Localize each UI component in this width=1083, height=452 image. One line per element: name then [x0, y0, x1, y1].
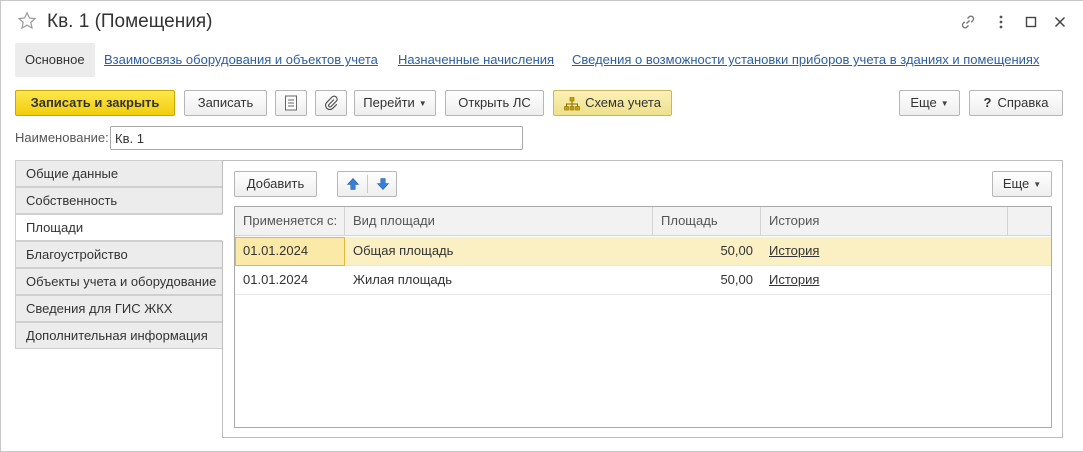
chevron-down-icon: ▼ [1033, 179, 1042, 189]
close-icon[interactable] [1051, 13, 1069, 31]
paperclip-icon [324, 95, 338, 111]
cell-area-kind[interactable]: Общая площадь [345, 237, 653, 266]
column-header-area-kind[interactable]: Вид площади [345, 207, 653, 236]
nav-assigned-charges[interactable]: Назначенные начисления [398, 43, 554, 77]
tab-general[interactable]: Общие данные [15, 160, 223, 187]
save-button[interactable]: Записать [184, 90, 267, 116]
attach-file-button[interactable] [315, 90, 347, 116]
save-and-close-button[interactable]: Записать и закрыть [15, 90, 175, 116]
hierarchy-icon [564, 96, 580, 110]
help-button[interactable]: ? Справка [969, 90, 1063, 116]
help-question-icon: ? [983, 95, 992, 110]
link-icon[interactable] [959, 13, 977, 31]
cell-history-link[interactable]: История [761, 266, 1008, 295]
add-button[interactable]: Добавить [234, 171, 317, 197]
cell-valid-from[interactable]: 01.01.2024 [235, 266, 345, 295]
tab-amenities[interactable]: Благоустройство [15, 241, 223, 268]
open-account-button[interactable]: Открыть ЛС [445, 90, 544, 116]
tab-metering-objects[interactable]: Объекты учета и оборудование [15, 268, 223, 295]
more-label: Еще [910, 95, 937, 110]
column-header-history[interactable]: История [761, 207, 1008, 236]
table-row[interactable]: 01.01.2024 Общая площадь 50,00 История [235, 237, 1051, 266]
nav-equipment-relations[interactable]: Взаимосвязь оборудования и объектов учет… [104, 43, 378, 77]
arrow-up-icon [346, 178, 359, 190]
cell-area-kind[interactable]: Жилая площадь [345, 266, 653, 295]
cell-history-link[interactable]: История [761, 237, 1008, 266]
column-header-valid-from[interactable]: Применяется с: [235, 207, 345, 236]
arrow-down-icon [376, 178, 389, 190]
table-more-label: Еще [1002, 176, 1030, 191]
form-window: Кв. 1 (Помещения) Основное Взаимосвязь о… [0, 0, 1083, 452]
scheme-button[interactable]: Схема учета [553, 90, 672, 116]
nav-meter-installation-info[interactable]: Сведения о возможности установки приборо… [572, 43, 1039, 77]
areas-panel: Добавить Еще ▼ Применяется с: Вид площади… [222, 160, 1063, 438]
tab-gis-info[interactable]: Сведения для ГИС ЖКХ [15, 295, 223, 322]
chevron-down-icon: ▼ [940, 98, 949, 108]
more-actions-button[interactable]: Еще ▼ [899, 90, 960, 116]
maximize-icon[interactable] [1022, 13, 1040, 31]
scheme-label: Схема учета [585, 95, 661, 110]
help-label: Справка [997, 95, 1049, 110]
name-label: Наименование: [15, 130, 109, 145]
table-row[interactable]: 01.01.2024 Жилая площадь 50,00 История [235, 266, 1051, 295]
table-more-button[interactable]: Еще ▼ [992, 171, 1052, 197]
move-buttons-group [337, 171, 397, 197]
name-input[interactable] [110, 126, 523, 150]
tab-areas[interactable]: Площади [15, 214, 223, 241]
tab-ownership[interactable]: Собственность [15, 187, 223, 214]
move-down-button[interactable] [368, 172, 397, 196]
nav-main[interactable]: Основное [15, 43, 95, 77]
cell-valid-from[interactable]: 01.01.2024 [235, 237, 345, 266]
more-vertical-icon[interactable] [992, 13, 1010, 31]
chevron-down-icon: ▼ [418, 98, 427, 108]
goto-dropdown-button[interactable]: Перейти ▼ [354, 90, 436, 116]
goto-label: Перейти [363, 95, 415, 110]
cell-area[interactable]: 50,00 [653, 237, 761, 266]
move-up-button[interactable] [338, 172, 367, 196]
table-header: Применяется с: Вид площади Площадь Истор… [235, 207, 1051, 236]
areas-table: Применяется с: Вид площади Площадь Истор… [234, 206, 1052, 428]
title-bar: Кв. 1 (Помещения) [1, 1, 1083, 43]
window-title: Кв. 1 (Помещения) [47, 11, 213, 32]
document-list-icon [285, 95, 297, 111]
report-button[interactable] [275, 90, 307, 116]
favorite-star-icon[interactable] [17, 11, 37, 31]
cell-area[interactable]: 50,00 [653, 266, 761, 295]
column-header-area[interactable]: Площадь [653, 207, 761, 236]
tab-additional-info[interactable]: Дополнительная информация [15, 322, 223, 349]
